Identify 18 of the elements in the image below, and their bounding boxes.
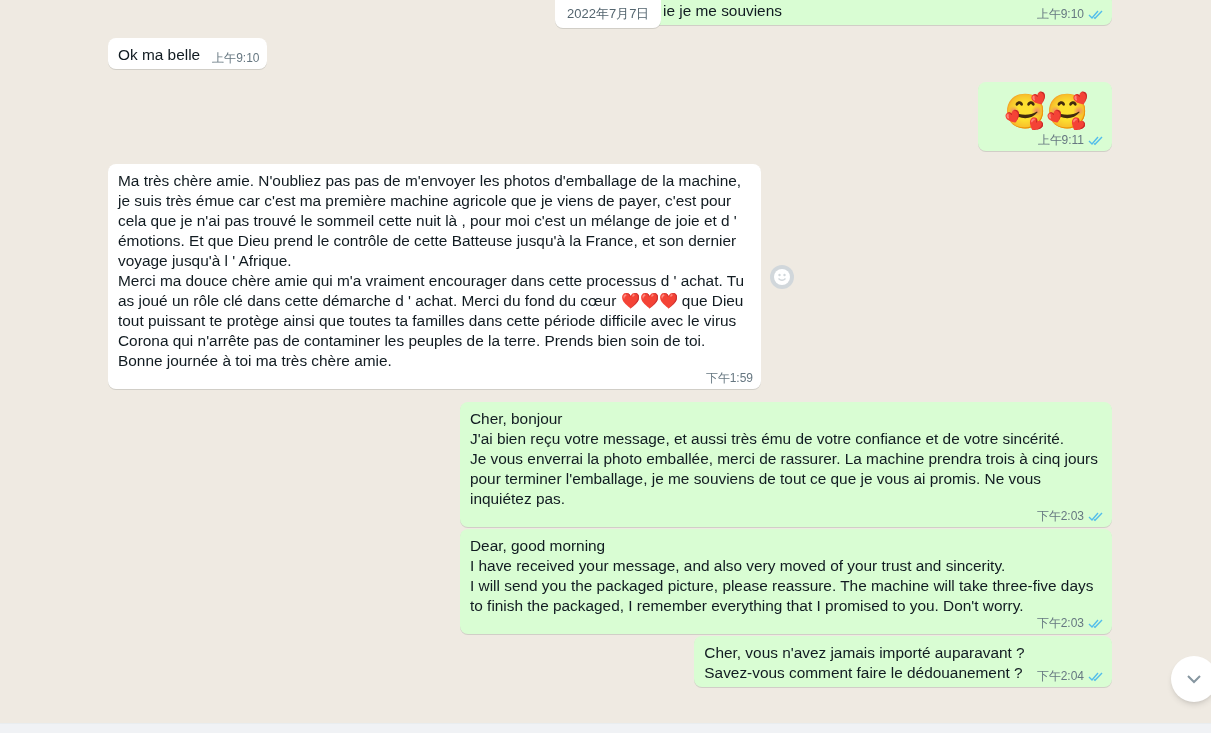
chevron-down-icon [1186, 674, 1202, 684]
message-text: Dear, good morning I have received your message, and also very moved of your trust and sincerity. I will send you the packaged picture, please reassure. The machine will take three-five days to finish the packaged, I remember everything that I promised to you. Don't worry. [470, 536, 1095, 616]
message-time: 上午9:10 [1036, 7, 1084, 21]
message-time: 上午9:11 [1037, 133, 1084, 147]
message-time: 下午2:03 [1036, 616, 1084, 630]
message-text: Cher, bonjour J'ai bien reçu votre message, et aussi très ému de votre confiance et de votre sincérité. Je vous enverrai la photo emballée, merci de rassurer. La machine prendra trois à cinq jours pour terminer l'emballage, je me souviens de tout ce que je vous ai promis. Ne vous inquiétez pas. [470, 409, 1099, 509]
emoji-message: 🥰🥰 [1003, 90, 1089, 132]
message-time: 下午2:04 [1036, 669, 1084, 683]
message-text: Ok ma belle [118, 45, 201, 65]
smiley-icon[interactable] [769, 264, 795, 290]
message-text: Cher, vous n'avez jamais importé auparavant ? Savez-vous comment faire le dédouanement ? [704, 643, 1025, 683]
scroll-down-button[interactable] [1171, 656, 1211, 702]
date-chip: 2022年7月7日 [555, 0, 662, 28]
message-time: 下午2:03 [1036, 509, 1084, 523]
message-time: 上午9:10 [212, 51, 260, 65]
message-text: ie je me souviens [663, 1, 782, 21]
message-time: 下午1:59 [705, 371, 753, 385]
message-text: Ma très chère amie. N'oubliez pas pas de m'envoyer les photos d'emballage de la machine, je suis très émue car c'est ma première machine agricole que je viens de payer, c'est pour cela que je n'ai pas trouvé le sommeil cette nuit là , pour moi c'est un mélange de joie et d ' émotions. Et que Dieu prend le contrôle de cette Batteuse jusqu'à la France, et son dernier voyage jusqu'à l ' Afrique. Merci ma douce chère amie qui m'a vraiment encourager dans cette processus d ' achat. Tu as joué un rôle clé dans cette démarche d ' achat. Merci du fond du cœur ❤❤❤ que Dieu tout puissant te protège ainsi que toutes ta familles dans cette période difficile avec le virus Corona qui n'arrête pas de contaminer les peuples de la terre. Prends bien soin de toi. Bonne journée à toi ma très chère amie. [118, 171, 746, 371]
